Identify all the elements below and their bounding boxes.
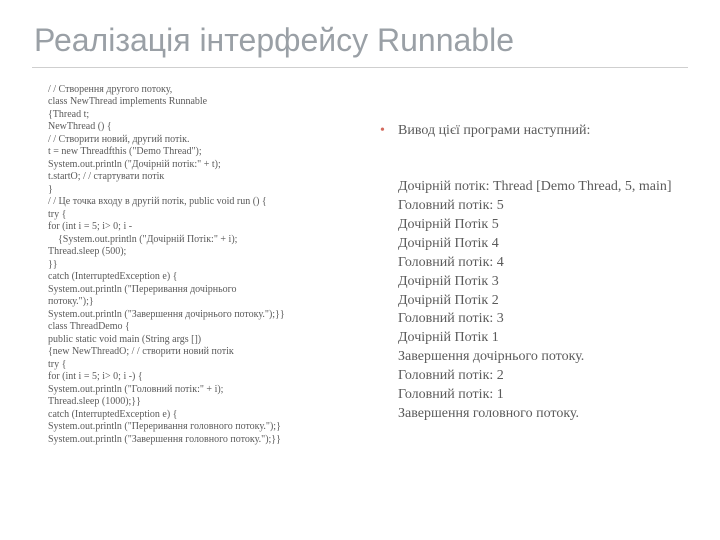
output-block: Вивод цієї програми наступний: Дочірній …	[380, 84, 688, 462]
slide: Реалізація інтерфейсу Runnable / / Створ…	[0, 0, 720, 540]
page-title: Реалізація інтерфейсу Runnable	[34, 22, 688, 59]
title-divider	[32, 67, 688, 68]
columns: / / Створення другого потоку, class NewT…	[32, 84, 688, 462]
output-lines: Дочірній потік: Thread [Demo Thread, 5, …	[380, 178, 688, 424]
output-header: Вивод цієї програми наступний:	[380, 122, 688, 141]
left-column: / / Створення другого потоку, class NewT…	[32, 84, 356, 462]
code-block: / / Створення другого потоку, class NewT…	[48, 84, 356, 447]
right-column: Вивод цієї програми наступний: Дочірній …	[380, 84, 688, 462]
